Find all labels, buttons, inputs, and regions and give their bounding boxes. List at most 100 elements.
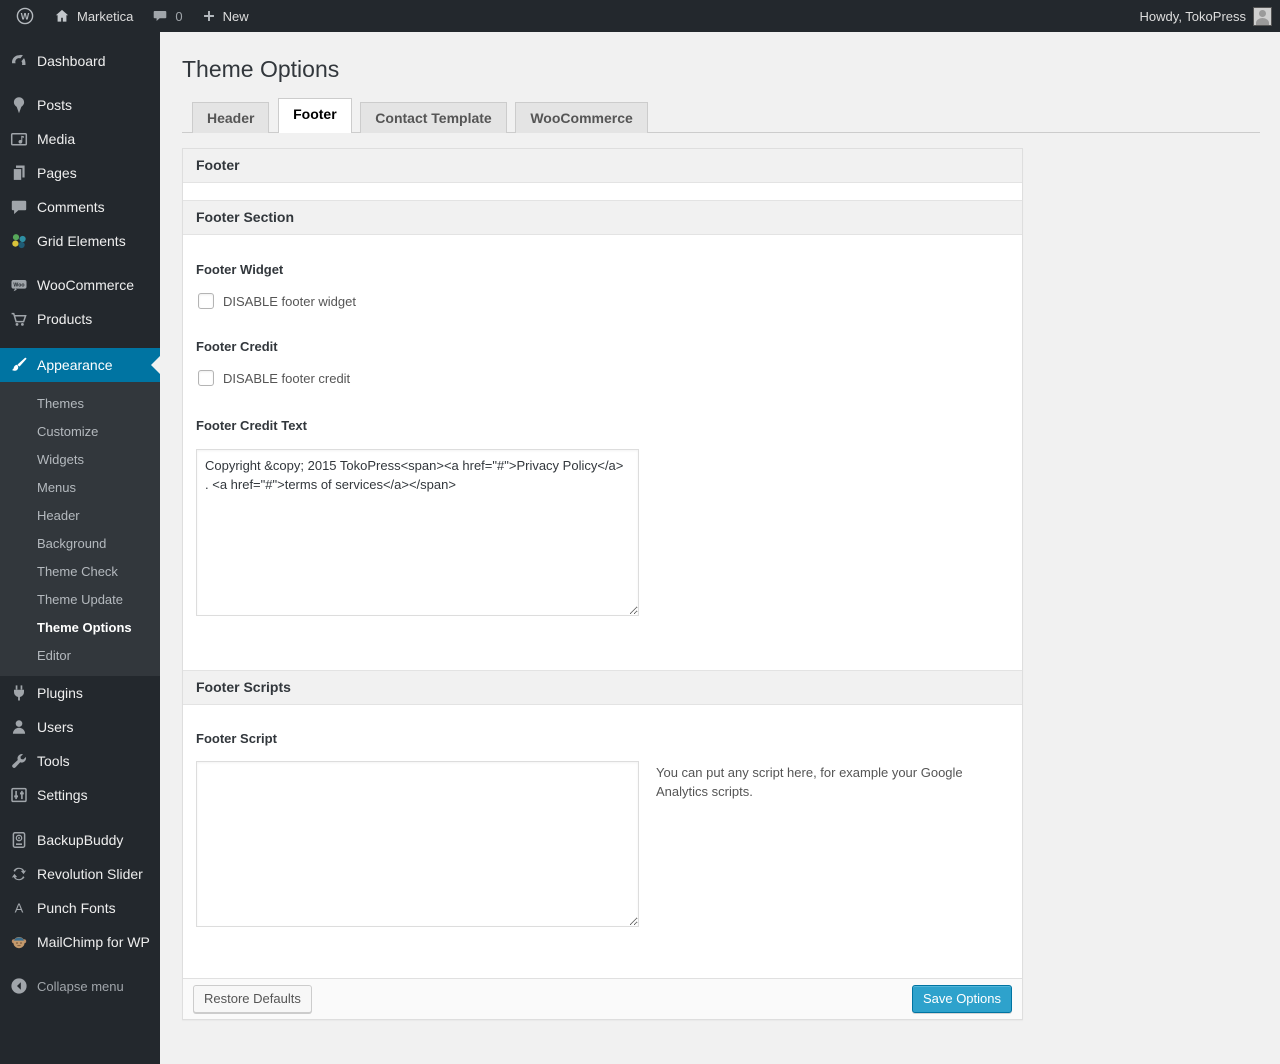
svg-text:A: A — [15, 901, 24, 916]
footer-script-textarea[interactable] — [196, 761, 639, 927]
sidebar-subitem-widgets[interactable]: Widgets — [0, 446, 160, 474]
sidebar-item-label: Settings — [37, 787, 88, 803]
sidebar-item-pages[interactable]: Pages — [0, 156, 160, 190]
sidebar-item-dashboard[interactable]: Dashboard — [0, 44, 160, 78]
comment-bubble-icon — [151, 7, 169, 25]
sidebar-item-woocommerce[interactable]: Woo WooCommerce — [0, 268, 160, 302]
save-options-button[interactable]: Save Options — [911, 985, 1012, 1013]
footer-section-title: Footer Section — [183, 200, 1022, 235]
refresh-icon — [9, 864, 29, 884]
disable-footer-credit-checkbox[interactable] — [198, 370, 214, 386]
footer-credit-text-label: Footer Credit Text — [196, 418, 307, 433]
footer-credit-text-textarea[interactable]: Copyright &copy; 2015 TokoPress<span><a … — [196, 449, 639, 616]
sidebar-subitem-themes[interactable]: Themes — [0, 390, 160, 418]
sidebar-item-punch-fonts[interactable]: A Punch Fonts — [0, 891, 160, 925]
sidebar-item-label: Punch Fonts — [37, 900, 116, 916]
restore-defaults-button[interactable]: Restore Defaults — [193, 985, 312, 1013]
footer-section-fields: Footer Widget DISABLE footer widget Foot… — [183, 262, 1022, 694]
collapse-menu-button[interactable]: Collapse menu — [0, 969, 160, 1003]
sidebar-item-label: Products — [37, 311, 93, 327]
panel-group-title: Footer — [183, 149, 1022, 183]
sidebar-subitem-header[interactable]: Header — [0, 502, 160, 530]
wordpress-logo-icon: W — [15, 6, 35, 26]
footer-scripts-section-title: Footer Scripts — [183, 670, 1022, 705]
woocommerce-icon: Woo — [9, 275, 29, 295]
sidebar-item-label: Users — [37, 719, 74, 735]
account-menu[interactable]: Howdy, TokoPress — [1138, 7, 1273, 25]
sidebar-item-label: Posts — [37, 97, 73, 113]
dashboard-icon — [9, 51, 29, 71]
sidebar-subitem-theme-update[interactable]: Theme Update — [0, 586, 160, 614]
sidebar-subitem-menus[interactable]: Menus — [0, 474, 160, 502]
disable-footer-widget-checkbox[interactable] — [198, 293, 214, 309]
main-content: Theme Options Header Footer Contact Temp… — [160, 0, 1280, 1064]
brush-icon — [9, 355, 29, 375]
pages-icon — [9, 163, 29, 183]
sidebar-item-mailchimp[interactable]: MailChimp for WP — [0, 925, 160, 959]
sidebar-item-users[interactable]: Users — [0, 710, 160, 744]
sidebar-item-plugins[interactable]: Plugins — [0, 676, 160, 710]
pin-icon — [9, 95, 29, 115]
sidebar-item-grid-elements[interactable]: Grid Elements — [0, 224, 160, 258]
sidebar-item-label: Appearance — [37, 357, 113, 373]
grid-elements-icon — [9, 231, 29, 251]
sidebar-item-media[interactable]: Media — [0, 122, 160, 156]
sidebar-item-products[interactable]: Products — [0, 302, 160, 336]
footer-credit-checkbox-row[interactable]: DISABLE footer credit — [196, 370, 1009, 386]
comments-menu[interactable]: 0 — [142, 0, 191, 32]
collapse-menu-label: Collapse menu — [37, 978, 124, 994]
comment-icon — [9, 197, 29, 217]
options-panel: Footer Footer Section Footer Widget DISA… — [182, 148, 1023, 1020]
wrench-icon — [9, 751, 29, 771]
tab-contact-template[interactable]: Contact Template — [360, 102, 507, 133]
sidebar-item-label: Comments — [37, 199, 105, 215]
wp-logo-button[interactable]: W — [6, 0, 44, 32]
monkey-icon — [9, 932, 29, 952]
backup-icon — [9, 830, 29, 850]
footer-scripts-fields: Footer Script You can put any script her… — [183, 731, 1022, 978]
settings-icon — [9, 785, 29, 805]
svg-text:W: W — [21, 12, 30, 22]
sidebar-item-label: Revolution Slider — [37, 866, 143, 882]
plugin-icon — [9, 683, 29, 703]
sidebar-subitem-theme-options[interactable]: Theme Options — [0, 614, 160, 642]
sidebar-item-tools[interactable]: Tools — [0, 744, 160, 778]
admin-menu: Dashboard Posts Media Pages Comments Gri… — [0, 32, 160, 1064]
home-icon — [53, 7, 71, 25]
new-content-menu[interactable]: New — [192, 0, 258, 32]
sidebar-subitem-background[interactable]: Background — [0, 530, 160, 558]
tab-footer[interactable]: Footer — [278, 98, 352, 133]
sidebar-item-label: Plugins — [37, 685, 83, 701]
footer-script-help: You can put any script here, for example… — [656, 765, 963, 799]
tab-woocommerce[interactable]: WooCommerce — [515, 102, 648, 133]
avatar — [1254, 7, 1271, 25]
tab-header[interactable]: Header — [192, 102, 270, 133]
site-name-menu[interactable]: Marketica — [44, 0, 142, 32]
svg-text:Woo: Woo — [13, 282, 24, 288]
footer-widget-checkbox-row[interactable]: DISABLE footer widget — [196, 293, 1009, 309]
panel-spacer — [183, 183, 1022, 200]
sidebar-item-label: Tools — [37, 753, 70, 769]
collapse-arrow-icon — [9, 976, 29, 996]
comments-count: 0 — [175, 8, 183, 24]
sidebar-subitem-theme-check[interactable]: Theme Check — [0, 558, 160, 586]
admin-bar: W Marketica 0 New Howdy, TokoPress — [0, 0, 1280, 32]
appearance-submenu: Themes Customize Widgets Menus Header Ba… — [0, 382, 160, 676]
sidebar-subitem-customize[interactable]: Customize — [0, 418, 160, 446]
footer-credit-label: Footer Credit — [196, 339, 278, 354]
sidebar-item-comments[interactable]: Comments — [0, 190, 160, 224]
site-name: Marketica — [77, 8, 134, 24]
sidebar-subitem-editor[interactable]: Editor — [0, 642, 160, 670]
sidebar-item-appearance[interactable]: Appearance — [0, 348, 160, 382]
sidebar-item-label: Dashboard — [37, 53, 106, 69]
sidebar-item-label: WooCommerce — [37, 277, 134, 293]
sidebar-item-backupbuddy[interactable]: BackupBuddy — [0, 823, 160, 857]
panel-footer-bar: Restore Defaults Save Options — [183, 978, 1022, 1019]
sidebar-item-posts[interactable]: Posts — [0, 88, 160, 122]
sidebar-item-label: Grid Elements — [37, 233, 126, 249]
sidebar-item-settings[interactable]: Settings — [0, 778, 160, 812]
sidebar-item-revolution-slider[interactable]: Revolution Slider — [0, 857, 160, 891]
footer-widget-label: Footer Widget — [196, 262, 284, 277]
howdy-text: Howdy, TokoPress — [1139, 8, 1246, 24]
plus-icon — [201, 8, 217, 24]
